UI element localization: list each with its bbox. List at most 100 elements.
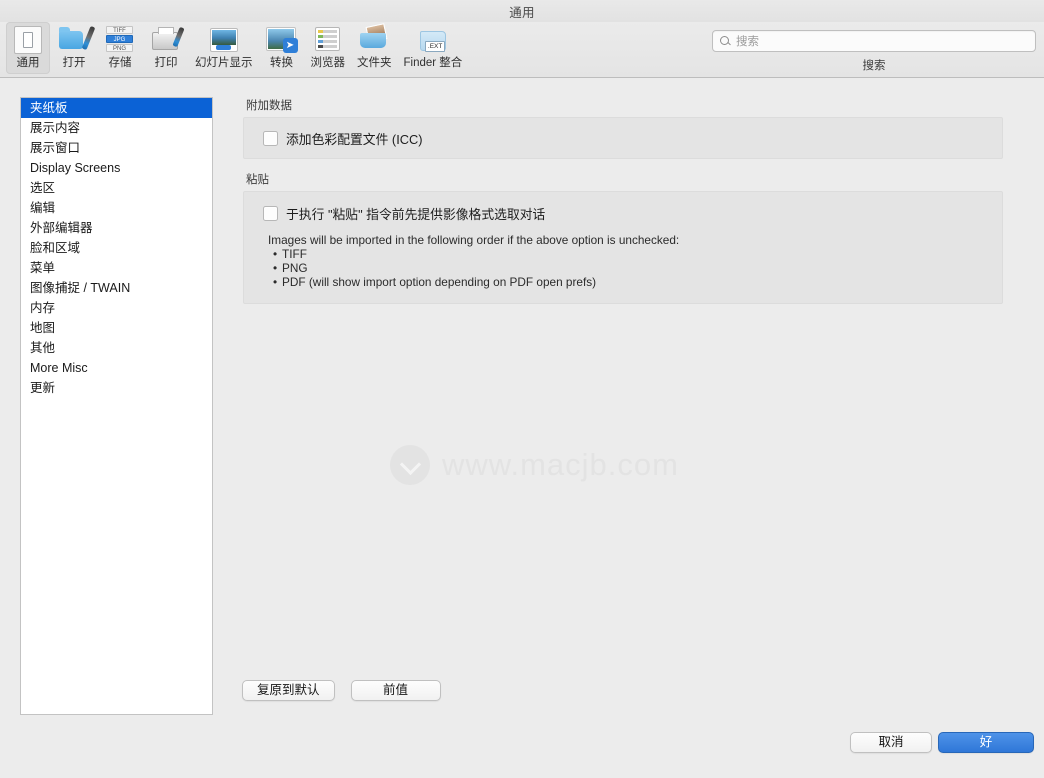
ext-badge: .EXT: [424, 41, 446, 52]
toolbar-item-browser[interactable]: 浏览器: [306, 22, 351, 74]
sidebar-item-label: 地图: [30, 321, 56, 335]
window-title: 通用: [509, 5, 535, 20]
format-badge-jpg: JPG: [106, 35, 133, 43]
checkbox-row-icc[interactable]: 添加色彩配置文件 (ICC): [244, 129, 423, 148]
format-badge-tiff: TIFF: [106, 26, 133, 34]
note-item: PNG: [273, 261, 1002, 275]
search-input[interactable]: 搜索: [712, 30, 1036, 52]
watermark-center: www.macjb.com: [390, 445, 679, 485]
toolbar-item-label: 存储: [108, 57, 132, 69]
group-box-paste: 于执行 "粘贴" 指令前先提供影像格式选取对话 Images will be i…: [243, 191, 1003, 304]
checkbox-row-paste-format-dialog[interactable]: 于执行 "粘贴" 指令前先提供影像格式选取对话: [244, 204, 1002, 223]
toolbar-item-label: Finder 整合: [403, 57, 463, 69]
content-area: 夹纸板 展示内容 展示窗口 Display Screens 选区 编辑 外部编辑…: [0, 78, 1044, 778]
sidebar-item-memory[interactable]: 内存: [21, 298, 212, 318]
group-label-attached-data: 附加数据: [246, 100, 292, 112]
sidebar-item-label: 展示内容: [30, 121, 81, 135]
toolbar-item-folder[interactable]: 文件夹: [352, 22, 397, 74]
cancel-button[interactable]: 取消: [850, 732, 932, 753]
settings-panel: 附加数据 添加色彩配置文件 (ICC) 粘贴 于执行 "粘贴" 指令前先提供影像…: [243, 97, 1003, 304]
sidebar-item-label: 编辑: [30, 201, 56, 215]
slideshow-icon: [207, 24, 241, 55]
search-icon: [719, 35, 731, 47]
toolbar-item-label: 转换: [270, 57, 293, 69]
toolbar-item-finder-integration[interactable]: .EXT Finder 整合: [399, 22, 468, 74]
sidebar-item-update[interactable]: 更新: [21, 378, 212, 398]
note-intro: Images will be imported in the following…: [268, 233, 680, 247]
toolbar-search: 搜索 搜索: [712, 30, 1036, 73]
finder-integration-icon: .EXT: [416, 24, 450, 55]
dialog-action-buttons: 取消 好: [850, 732, 1034, 753]
sidebar-item-label: 选区: [30, 181, 56, 195]
toolbar-item-label: 浏览器: [310, 57, 346, 69]
previous-value-button[interactable]: 前值: [350, 680, 441, 701]
sidebar-item-display-screens[interactable]: Display Screens: [21, 158, 212, 178]
toolbar-item-slideshow[interactable]: 幻灯片显示: [190, 22, 258, 74]
general-icon: [11, 24, 45, 55]
toolbar-item-open[interactable]: 打开: [52, 22, 96, 74]
format-badge-png: PNG: [106, 44, 133, 52]
checkbox-paste-format-dialog[interactable]: [263, 206, 278, 221]
checkbox-add-icc-profile[interactable]: [263, 130, 278, 146]
sidebar-item-clipboard[interactable]: 夹纸板: [21, 98, 212, 118]
toolbar-item-label: 打开: [62, 57, 86, 69]
toolbar-item-convert[interactable]: ➤ 转换: [260, 22, 304, 74]
toolbar-item-label: 文件夹: [357, 57, 392, 69]
note-item: TIFF: [273, 247, 1002, 261]
sidebar-item-other[interactable]: 其他: [21, 338, 212, 358]
ok-button[interactable]: 好: [938, 732, 1034, 753]
folder-tray-icon: [357, 23, 391, 55]
open-folder-brush-icon: [57, 24, 96, 55]
settings-sidebar[interactable]: 夹纸板 展示内容 展示窗口 Display Screens 选区 编辑 外部编辑…: [20, 97, 213, 715]
sidebar-item-label: 外部编辑器: [30, 221, 93, 235]
sidebar-item-selection[interactable]: 选区: [21, 178, 212, 198]
sidebar-item-label: More Misc: [30, 361, 88, 375]
search-caption: 搜索: [862, 60, 886, 72]
toolbar-item-print[interactable]: 打印: [144, 22, 188, 74]
toolbar-items: 通用 打开 TIFF JPG PNG 存储 打印 幻灯片显示 ➤ 转换 浏览器 …: [6, 22, 469, 78]
save-formats-icon: TIFF JPG PNG: [103, 24, 137, 55]
group-box-attached-data: 添加色彩配置文件 (ICC): [243, 117, 1003, 159]
toolbar-item-label: 幻灯片显示: [195, 57, 253, 69]
sidebar-item-image-capture-twain[interactable]: 图像捕捉 / TWAIN: [21, 278, 212, 298]
browser-list-icon: [311, 24, 345, 55]
preferences-window: 通用 通用 打开 TIFF JPG PNG 存储 打印 幻灯片显示 ➤ 转换 浏…: [0, 0, 1044, 778]
sidebar-item-more-misc[interactable]: More Misc: [21, 358, 212, 378]
sidebar-item-label: Display Screens: [30, 161, 121, 175]
sidebar-item-label: 夹纸板: [30, 101, 68, 115]
title-bar: 通用: [0, 0, 1044, 22]
sidebar-item-label: 更新: [30, 381, 56, 395]
panel-footer-buttons: 复原到默认 前值: [242, 680, 441, 701]
note-item: PDF (will show import option depending o…: [273, 275, 1002, 289]
toolbar-item-label: 通用: [16, 57, 40, 69]
sidebar-item-display-window[interactable]: 展示窗口: [21, 138, 212, 158]
toolbar-item-label: 打印: [154, 57, 178, 69]
search-placeholder: 搜索: [736, 36, 759, 48]
toolbar-item-general[interactable]: 通用: [6, 22, 50, 74]
group-label-paste: 粘贴: [246, 174, 269, 186]
printer-icon: [149, 24, 185, 55]
toolbar: 通用 打开 TIFF JPG PNG 存储 打印 幻灯片显示 ➤ 转换 浏览器 …: [0, 22, 1044, 78]
checkbox-label: 添加色彩配置文件 (ICC): [286, 131, 423, 147]
restore-defaults-button[interactable]: 复原到默认: [242, 680, 335, 701]
watermark-center-text: www.macjb.com: [442, 447, 679, 482]
sidebar-item-display-content[interactable]: 展示内容: [21, 118, 212, 138]
sidebar-item-label: 脸和区域: [30, 241, 81, 255]
sidebar-item-map[interactable]: 地图: [21, 318, 212, 338]
sidebar-item-label: 菜单: [30, 261, 56, 275]
sidebar-item-label: 其他: [30, 341, 56, 355]
toolbar-item-save[interactable]: TIFF JPG PNG 存储: [98, 22, 142, 74]
paste-order-note: Images will be imported in the following…: [268, 233, 1002, 289]
checkbox-label: 于执行 "粘贴" 指令前先提供影像格式选取对话: [286, 207, 546, 222]
note-list: TIFF PNG PDF (will show import option de…: [268, 247, 1002, 289]
sidebar-item-external-editor[interactable]: 外部编辑器: [21, 218, 212, 238]
sidebar-item-faces-and-areas[interactable]: 脸和区域: [21, 238, 212, 258]
sidebar-item-label: 图像捕捉 / TWAIN: [30, 281, 131, 295]
sidebar-item-label: 内存: [30, 301, 56, 315]
download-circle-icon: [390, 445, 430, 485]
sidebar-item-edit[interactable]: 编辑: [21, 198, 212, 218]
sidebar-item-label: 展示窗口: [30, 141, 81, 155]
sidebar-item-menu[interactable]: 菜单: [21, 258, 212, 278]
convert-icon: ➤: [265, 24, 299, 55]
